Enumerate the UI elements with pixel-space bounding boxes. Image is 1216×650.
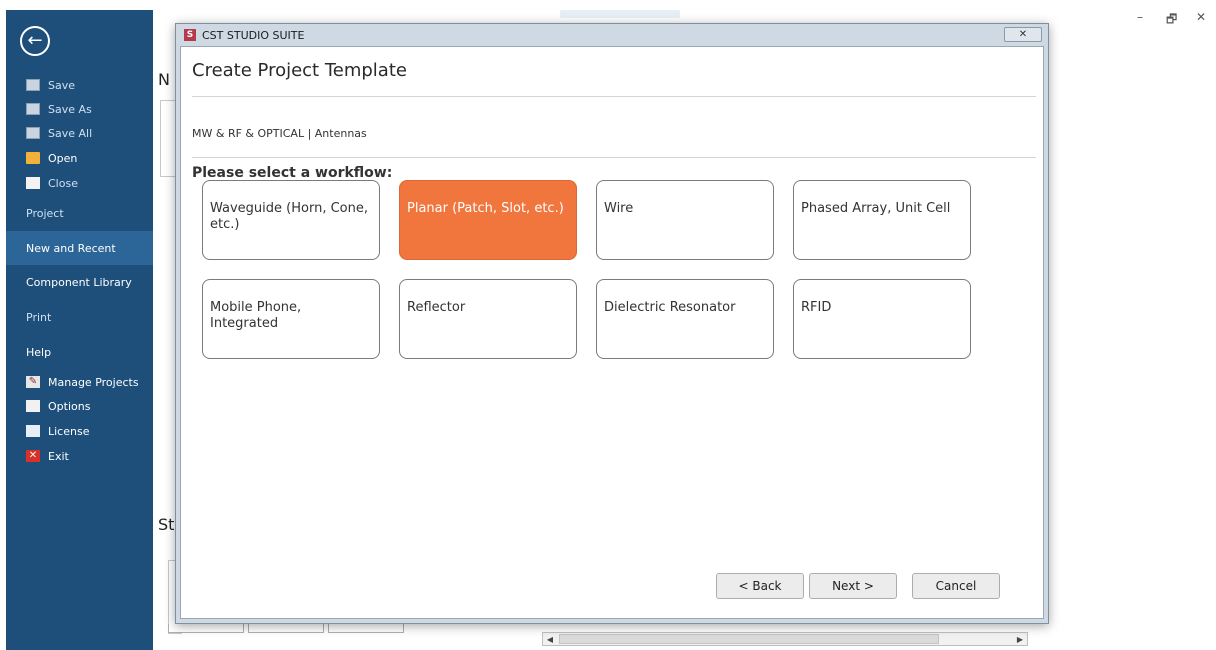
workflow-tile-rfid[interactable]: RFID: [793, 279, 971, 359]
folder-open-icon: [26, 152, 40, 164]
sidebar-section-new-and-recent[interactable]: New and Recent: [6, 231, 153, 265]
horizontal-scrollbar[interactable]: ◀ ▶: [542, 632, 1028, 646]
sidebar-item-options[interactable]: Options: [26, 397, 90, 415]
workflow-prompt: Please select a workflow:: [192, 165, 393, 181]
background-thumbnail[interactable]: [248, 624, 324, 633]
scroll-left-icon[interactable]: ◀: [543, 633, 557, 645]
sidebar-item-save-all[interactable]: Save All: [26, 124, 92, 142]
dialog-body: Create Project Template MW & RF & OPTICA…: [180, 46, 1044, 619]
workflow-tile-dielectric-resonator[interactable]: Dielectric Resonator: [596, 279, 774, 359]
close-folder-icon: [26, 177, 40, 189]
exit-icon: ✕: [26, 450, 40, 462]
sidebar-item-exit[interactable]: ✕ Exit: [26, 447, 69, 465]
sidebar-item-label: Close: [48, 176, 78, 190]
divider: [192, 96, 1036, 97]
workflow-tile-reflector[interactable]: Reflector: [399, 279, 577, 359]
workflow-tile-wire[interactable]: Wire: [596, 180, 774, 260]
sidebar-item-label: Manage Projects: [48, 375, 139, 389]
license-icon: [26, 425, 40, 437]
sidebar-item-label: Exit: [48, 449, 69, 463]
sidebar-item-label: Save: [48, 78, 76, 92]
workflow-tile-planar[interactable]: Planar (Patch, Slot, etc.): [399, 180, 577, 260]
sidebar-section-print[interactable]: Print: [6, 300, 153, 334]
dialog-title-bar: S CST STUDIO SUITE ✕: [176, 24, 1048, 46]
minimize-window-button[interactable]: –: [1137, 10, 1143, 24]
cst-logo-icon: S: [184, 29, 196, 41]
save-all-icon: [26, 127, 40, 139]
divider: [192, 157, 1036, 158]
dialog-window-title: CST STUDIO SUITE: [202, 28, 305, 42]
scroll-right-icon[interactable]: ▶: [1013, 633, 1027, 645]
dialog-title: Create Project Template: [192, 60, 407, 81]
restore-window-button[interactable]: 🗗: [1166, 10, 1177, 31]
sidebar-item-label: Save All: [48, 126, 93, 140]
background-thumbnail[interactable]: [328, 624, 404, 633]
options-icon: [26, 400, 40, 412]
background-thumbnail[interactable]: [168, 624, 244, 633]
sidebar-item-label: Open: [48, 151, 78, 165]
sidebar-item-close[interactable]: Close: [26, 174, 78, 192]
sidebar-item-save[interactable]: Save: [26, 76, 75, 94]
background-heading-new: N: [158, 70, 170, 89]
close-window-button[interactable]: ✕: [1196, 10, 1206, 24]
sidebar-item-label: Options: [48, 399, 91, 413]
sidebar-section-project[interactable]: Project: [6, 196, 153, 230]
workflow-tile-mobile-phone[interactable]: Mobile Phone, Integrated: [202, 279, 380, 359]
back-button[interactable]: < Back: [716, 573, 804, 599]
save-icon: [26, 79, 40, 91]
breadcrumb: MW & RF & OPTICAL | Antennas: [192, 127, 367, 140]
sidebar-item-open[interactable]: Open: [26, 149, 77, 167]
sidebar-item-label: License: [48, 424, 90, 438]
sidebar-item-label: Save As: [48, 102, 92, 116]
sidebar-section-component-library[interactable]: Component Library: [6, 265, 153, 299]
sidebar-item-manage-projects[interactable]: ✎ Manage Projects: [26, 373, 139, 391]
dialog-close-button[interactable]: ✕: [1004, 27, 1042, 42]
next-button[interactable]: Next >: [809, 573, 897, 599]
sidebar-section-help[interactable]: Help: [6, 335, 153, 369]
create-project-template-dialog: S CST STUDIO SUITE ✕ Create Project Temp…: [175, 23, 1049, 624]
manage-projects-icon: ✎: [26, 376, 40, 388]
back-arrow-icon[interactable]: ←: [20, 26, 50, 56]
save-as-icon: [26, 103, 40, 115]
backstage-sidebar: ← Save Save As Save All Open Close Proje…: [6, 10, 153, 650]
scrollbar-thumb[interactable]: [559, 634, 939, 644]
sidebar-item-save-as[interactable]: Save As: [26, 100, 92, 118]
background-heading-start: St: [158, 515, 175, 534]
background-window-title: [560, 10, 680, 18]
cancel-button[interactable]: Cancel: [912, 573, 1000, 599]
workflow-tile-phased-array[interactable]: Phased Array, Unit Cell: [793, 180, 971, 260]
workflow-tile-waveguide[interactable]: Waveguide (Horn, Cone, etc.): [202, 180, 380, 260]
sidebar-item-license[interactable]: License: [26, 422, 89, 440]
